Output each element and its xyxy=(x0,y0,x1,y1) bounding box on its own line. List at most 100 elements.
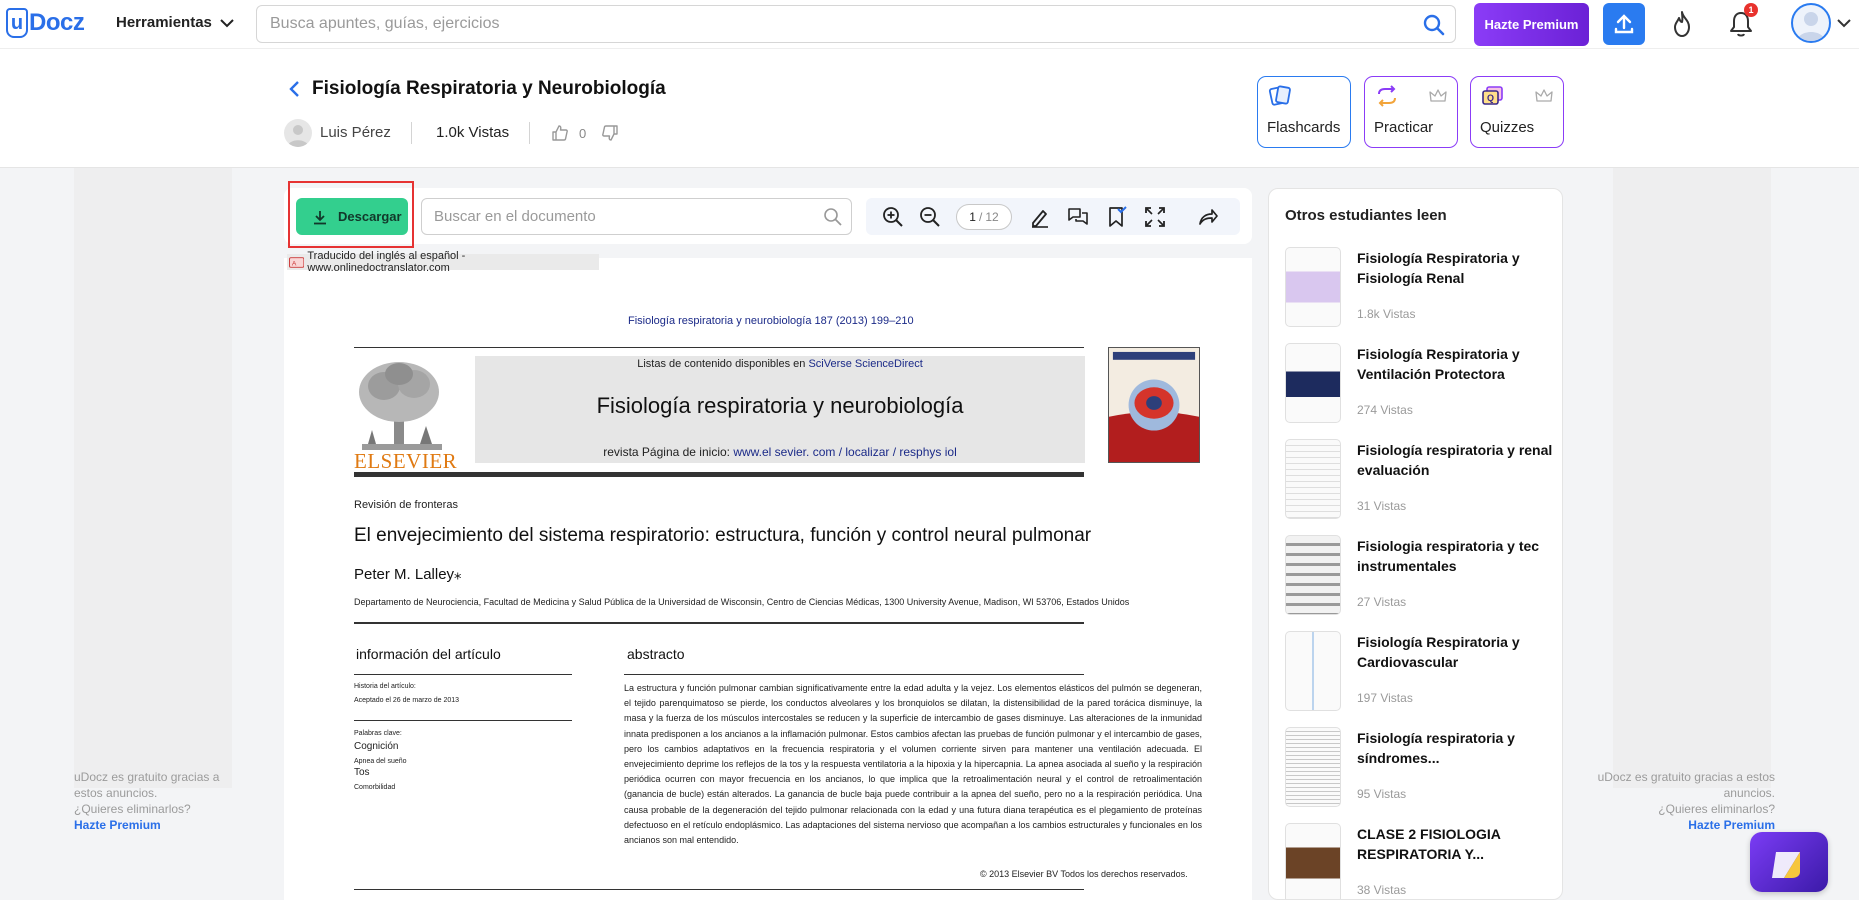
assistant-logo-icon xyxy=(1772,852,1800,878)
keyword: Comorbilidad xyxy=(354,784,396,791)
homepage-line: revista Página de inicio: www.el sevier.… xyxy=(475,445,1085,459)
page-indicator[interactable]: 1 / 12 xyxy=(956,204,1012,230)
current-page: 1 xyxy=(969,210,976,224)
related-doc-title: Fisiologia respiratoria y tec instrument… xyxy=(1357,538,1540,574)
document-search-input[interactable] xyxy=(422,199,851,234)
keywords-rule xyxy=(354,720,572,721)
tools-menu-label: Herramientas xyxy=(116,14,212,31)
author-avatar[interactable] xyxy=(284,119,312,147)
total-pages: 12 xyxy=(985,210,999,224)
zoom-in-icon[interactable] xyxy=(882,206,904,228)
divider xyxy=(529,122,530,144)
search-icon[interactable] xyxy=(1423,14,1445,36)
author-affiliation: Departamento de Neurociencia, Facultad d… xyxy=(354,597,1130,607)
article-author-name: Peter M. Lalley xyxy=(354,566,455,583)
logo-mark: u xyxy=(6,8,28,38)
journal-title: Fisiología respiratoria y neurobiología xyxy=(596,393,964,418)
thumbs-down-icon[interactable] xyxy=(601,124,619,142)
related-doc-title: Fisiología respiratoria y síndromes... xyxy=(1357,730,1515,766)
related-doc-views: 27 Vistas xyxy=(1357,595,1407,609)
history-label: Historia del artículo: xyxy=(354,683,416,690)
related-doc-title: Fisiología respiratoria y renal evaluaci… xyxy=(1357,442,1553,478)
related-doc-item[interactable]: Fisiologia respiratoria y tec instrument… xyxy=(1285,535,1555,615)
search-icon[interactable] xyxy=(823,207,843,227)
article-author: Peter M. Lalley⁎ xyxy=(354,565,462,583)
author-mark: ⁎ xyxy=(454,566,462,583)
ad-notice-left: uDocz es gratuito gracias a estos anunci… xyxy=(74,769,244,833)
keyword: Apnea del sueño xyxy=(354,758,407,765)
quizzes-label: Quizzes xyxy=(1480,119,1535,136)
user-avatar[interactable] xyxy=(1791,3,1831,43)
back-arrow-icon[interactable] xyxy=(289,80,301,98)
related-doc-item[interactable]: Fisiología respiratoria y síndromes... 9… xyxy=(1285,727,1555,807)
streak-flame-icon[interactable] xyxy=(1670,10,1694,38)
translation-notice: A Traducido del inglés al español - www.… xyxy=(287,250,599,274)
flashcards-label: Flashcards xyxy=(1267,119,1341,136)
translator-icon: A xyxy=(289,256,305,268)
abstract-rule xyxy=(624,674,1084,675)
related-doc-item[interactable]: Fisiología Respiratoria y Fisiología Ren… xyxy=(1285,247,1555,327)
sciencedirect-link[interactable]: SciVerse ScienceDirect xyxy=(808,358,922,370)
doc-thumbnail xyxy=(1285,727,1341,807)
top-navbar: u Docz Herramientas Hazte Premium 1 xyxy=(0,0,1859,49)
related-doc-item[interactable]: Fisiología Respiratoria y Cardiovascular… xyxy=(1285,631,1555,711)
document-search-bar xyxy=(421,198,852,235)
pen-highlight-icon[interactable] xyxy=(1029,206,1051,228)
tools-menu[interactable]: Herramientas xyxy=(116,14,234,31)
info-rule xyxy=(354,674,572,675)
quizzes-card[interactable]: Q Quizzes xyxy=(1470,76,1564,148)
doc-thumbnail xyxy=(1285,247,1341,327)
upload-button[interactable] xyxy=(1603,3,1645,45)
ad-notice-question: ¿Quieres eliminarlos? xyxy=(74,802,191,816)
ad-notice-text: uDocz es gratuito gracias a estos anunci… xyxy=(1597,770,1775,800)
flashcards-icon xyxy=(1268,85,1291,106)
ad-slot-right xyxy=(1613,168,1771,788)
download-button[interactable]: Descargar xyxy=(296,198,408,235)
related-doc-item[interactable]: Fisiología respiratoria y renal evaluaci… xyxy=(1285,439,1555,519)
comments-icon[interactable] xyxy=(1067,206,1089,228)
udocz-logo[interactable]: u Docz xyxy=(6,8,85,38)
practice-card[interactable]: Practicar xyxy=(1364,76,1458,148)
assistant-chat-button[interactable] xyxy=(1750,832,1828,892)
zoom-out-icon[interactable] xyxy=(919,206,941,228)
related-doc-item[interactable]: Fisiología Respiratoria y Ventilación Pr… xyxy=(1285,343,1555,423)
share-icon[interactable] xyxy=(1197,206,1219,228)
related-doc-title: CLASE 2 FISIOLOGIA RESPIRATORIA Y... xyxy=(1357,826,1501,862)
author-name[interactable]: Luis Pérez xyxy=(320,124,391,141)
header-rule-top xyxy=(354,347,1084,348)
body-rule xyxy=(354,622,1084,624)
account-chevron-down-icon[interactable] xyxy=(1837,18,1851,28)
premium-crown-icon xyxy=(1535,89,1553,102)
doc-thumbnail xyxy=(1285,631,1341,711)
ad-premium-link[interactable]: Hazte Premium xyxy=(1560,817,1775,833)
ad-notice-text: uDocz es gratuito gracias a estos anunci… xyxy=(74,770,220,800)
related-doc-item[interactable]: CLASE 2 FISIOLOGIA RESPIRATORIA Y... 38 … xyxy=(1285,823,1555,899)
svg-text:Q: Q xyxy=(1487,93,1494,103)
keywords-label: Palabras clave: xyxy=(354,730,402,737)
homepage-link[interactable]: www.el sevier. com / localizar / resphys… xyxy=(733,445,956,459)
related-doc-title: Fisiología Respiratoria y Ventilación Pr… xyxy=(1357,346,1520,382)
premium-button[interactable]: Hazte Premium xyxy=(1474,3,1589,46)
global-search-bar xyxy=(256,5,1456,43)
fullscreen-icon[interactable] xyxy=(1144,206,1166,228)
chevron-down-icon xyxy=(220,18,234,27)
bookmark-icon[interactable] xyxy=(1106,206,1128,228)
keyword: Tos xyxy=(354,767,370,778)
notification-badge: 1 xyxy=(1744,3,1758,17)
keyword: Cognición xyxy=(354,741,399,752)
doc-thumbnail xyxy=(1285,439,1341,519)
doc-thumbnail xyxy=(1285,823,1341,899)
quiz-icon: Q xyxy=(1482,86,1503,105)
related-doc-title: Fisiología Respiratoria y Cardiovascular xyxy=(1357,634,1520,670)
download-label: Descargar xyxy=(338,209,402,224)
view-count: 1.0k Vistas xyxy=(436,124,510,141)
related-doc-views: 197 Vistas xyxy=(1357,691,1413,705)
divider xyxy=(411,122,412,144)
flashcards-card[interactable]: Flashcards xyxy=(1257,76,1351,148)
thumbs-up-icon[interactable] xyxy=(551,124,569,142)
ad-premium-link[interactable]: Hazte Premium xyxy=(74,817,244,833)
global-search-input[interactable] xyxy=(257,6,1455,42)
article-title: El envejecimiento del sistema respirator… xyxy=(354,525,1092,546)
related-doc-views: 38 Vistas xyxy=(1357,883,1407,897)
upload-icon xyxy=(1614,14,1634,34)
